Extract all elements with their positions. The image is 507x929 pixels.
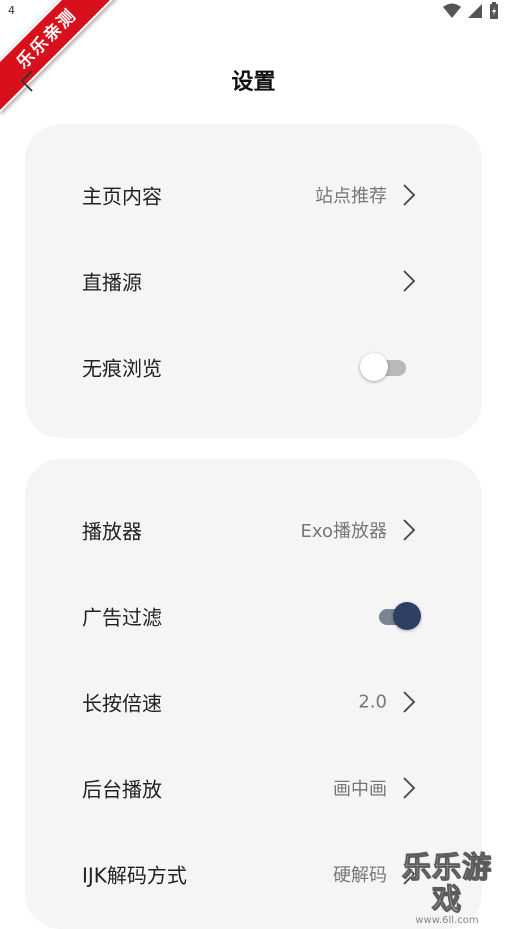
setting-value: 2.0 — [358, 691, 387, 713]
cell-signal-icon — [468, 4, 482, 18]
setting-row-live-source[interactable]: 直播源 — [25, 251, 482, 311]
setting-row-ad-filter: 广告过滤 — [25, 586, 482, 646]
setting-row-background-play[interactable]: 后台播放 画中画 — [25, 758, 482, 818]
setting-value: 硬解码 — [333, 865, 387, 886]
status-time: 4 — [8, 4, 15, 17]
setting-value: 站点推荐 — [315, 186, 387, 207]
watermark-title: 乐乐游戏 — [401, 850, 492, 916]
setting-label: 播放器 — [82, 519, 142, 544]
page-title: 设置 — [231, 70, 276, 95]
setting-row-player[interactable]: 播放器 Exo播放器 — [25, 500, 482, 560]
setting-label: 后台播放 — [82, 777, 162, 802]
setting-value: Exo播放器 — [300, 521, 387, 542]
setting-label: 长按倍速 — [82, 691, 162, 716]
setting-label: IJK解码方式 — [82, 863, 187, 888]
chevron-right-icon — [403, 270, 416, 292]
setting-row-incognito: 无痕浏览 — [25, 337, 482, 397]
battery-charging-icon — [490, 2, 498, 19]
chevron-right-icon — [403, 777, 416, 799]
chevron-right-icon — [403, 519, 416, 541]
setting-row-long-press-speed[interactable]: 长按倍速 2.0 — [25, 672, 482, 732]
chevron-right-icon — [403, 691, 416, 713]
top-bar: 设置 — [0, 56, 507, 106]
incognito-toggle[interactable] — [360, 353, 410, 381]
setting-label: 无痕浏览 — [82, 356, 162, 381]
ad-filter-toggle[interactable] — [371, 602, 421, 630]
setting-label: 主页内容 — [82, 184, 162, 209]
setting-label: 广告过滤 — [82, 605, 162, 630]
watermark-url: www.6ll.com — [415, 915, 479, 926]
setting-row-home-content[interactable]: 主页内容 站点推荐 — [25, 165, 482, 225]
site-watermark: 乐乐游戏 www.6ll.com — [391, 851, 503, 927]
settings-group-general: 主页内容 站点推荐 直播源 无痕浏览 — [25, 124, 482, 438]
setting-value: 画中画 — [333, 779, 387, 800]
chevron-right-icon — [403, 184, 416, 206]
setting-label: 直播源 — [82, 270, 142, 295]
wifi-icon — [443, 3, 461, 18]
